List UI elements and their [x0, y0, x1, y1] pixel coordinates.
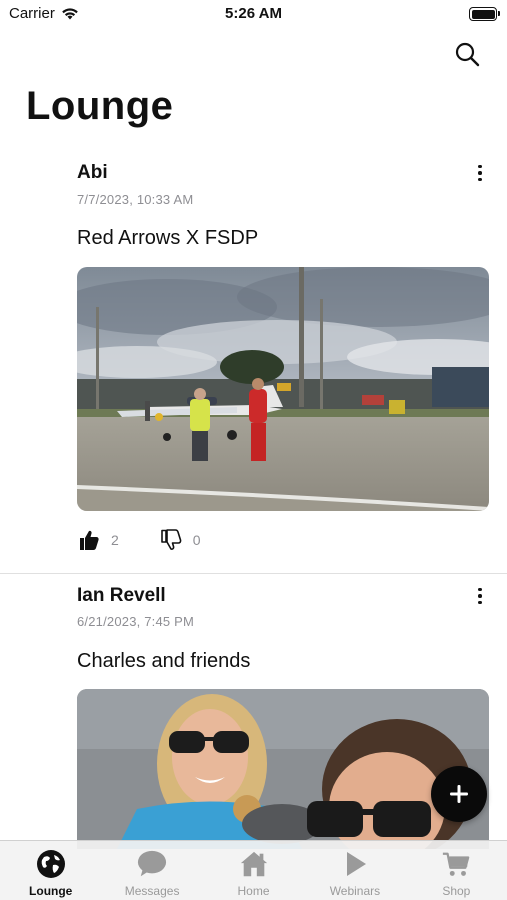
dislike-button[interactable]: 0 — [159, 528, 201, 552]
post-image[interactable] — [77, 689, 489, 849]
battery-icon — [469, 7, 500, 21]
search-icon — [455, 42, 480, 67]
dislike-count: 0 — [192, 532, 201, 548]
like-count: 2 — [111, 532, 119, 548]
page-title: Lounge — [26, 84, 174, 128]
post-timestamp: 7/7/2023, 10:33 AM — [77, 192, 194, 207]
thumbs-up-icon — [80, 530, 99, 550]
post-reactions: 2 0 — [77, 528, 241, 552]
selfie-photo — [77, 689, 489, 849]
post-author[interactable]: Ian Revell — [77, 585, 166, 607]
create-post-button[interactable] — [431, 766, 487, 822]
play-icon — [346, 852, 366, 876]
chat-bubble-icon — [138, 850, 167, 877]
tab-label: Lounge — [29, 884, 73, 898]
search-button[interactable] — [453, 40, 481, 68]
globe-icon — [36, 850, 65, 878]
status-bar: Carrier 5:26 AM — [0, 0, 507, 28]
airfield-photo — [77, 267, 489, 511]
plus-icon — [450, 785, 468, 803]
tab-messages[interactable]: Messages — [101, 841, 202, 900]
status-time: 5:26 AM — [225, 5, 282, 22]
tab-shop[interactable]: Shop — [406, 841, 507, 900]
thumbs-down-icon — [160, 529, 182, 550]
cart-icon — [443, 852, 470, 876]
tab-lounge[interactable]: Lounge — [0, 841, 101, 900]
post-options-button[interactable] — [472, 586, 488, 606]
post-divider — [0, 573, 507, 574]
like-button[interactable]: 2 — [77, 528, 119, 552]
tab-bar: Lounge Messages Home Webinars Shop — [0, 840, 507, 900]
post-options-button[interactable] — [472, 163, 488, 183]
post-text: Red Arrows X FSDP — [77, 227, 259, 249]
tab-webinars[interactable]: Webinars — [304, 841, 405, 900]
tab-label: Messages — [124, 884, 180, 898]
post-text: Charles and friends — [77, 650, 251, 672]
post-image[interactable] — [77, 267, 489, 511]
tab-label: Home — [237, 884, 270, 898]
tab-label: Webinars — [329, 884, 381, 898]
tab-home[interactable]: Home — [203, 841, 304, 900]
house-icon — [240, 851, 267, 877]
tab-label: Shop — [442, 884, 471, 898]
post-timestamp: 6/21/2023, 7:45 PM — [77, 614, 195, 629]
post-author[interactable]: Abi — [77, 162, 108, 184]
